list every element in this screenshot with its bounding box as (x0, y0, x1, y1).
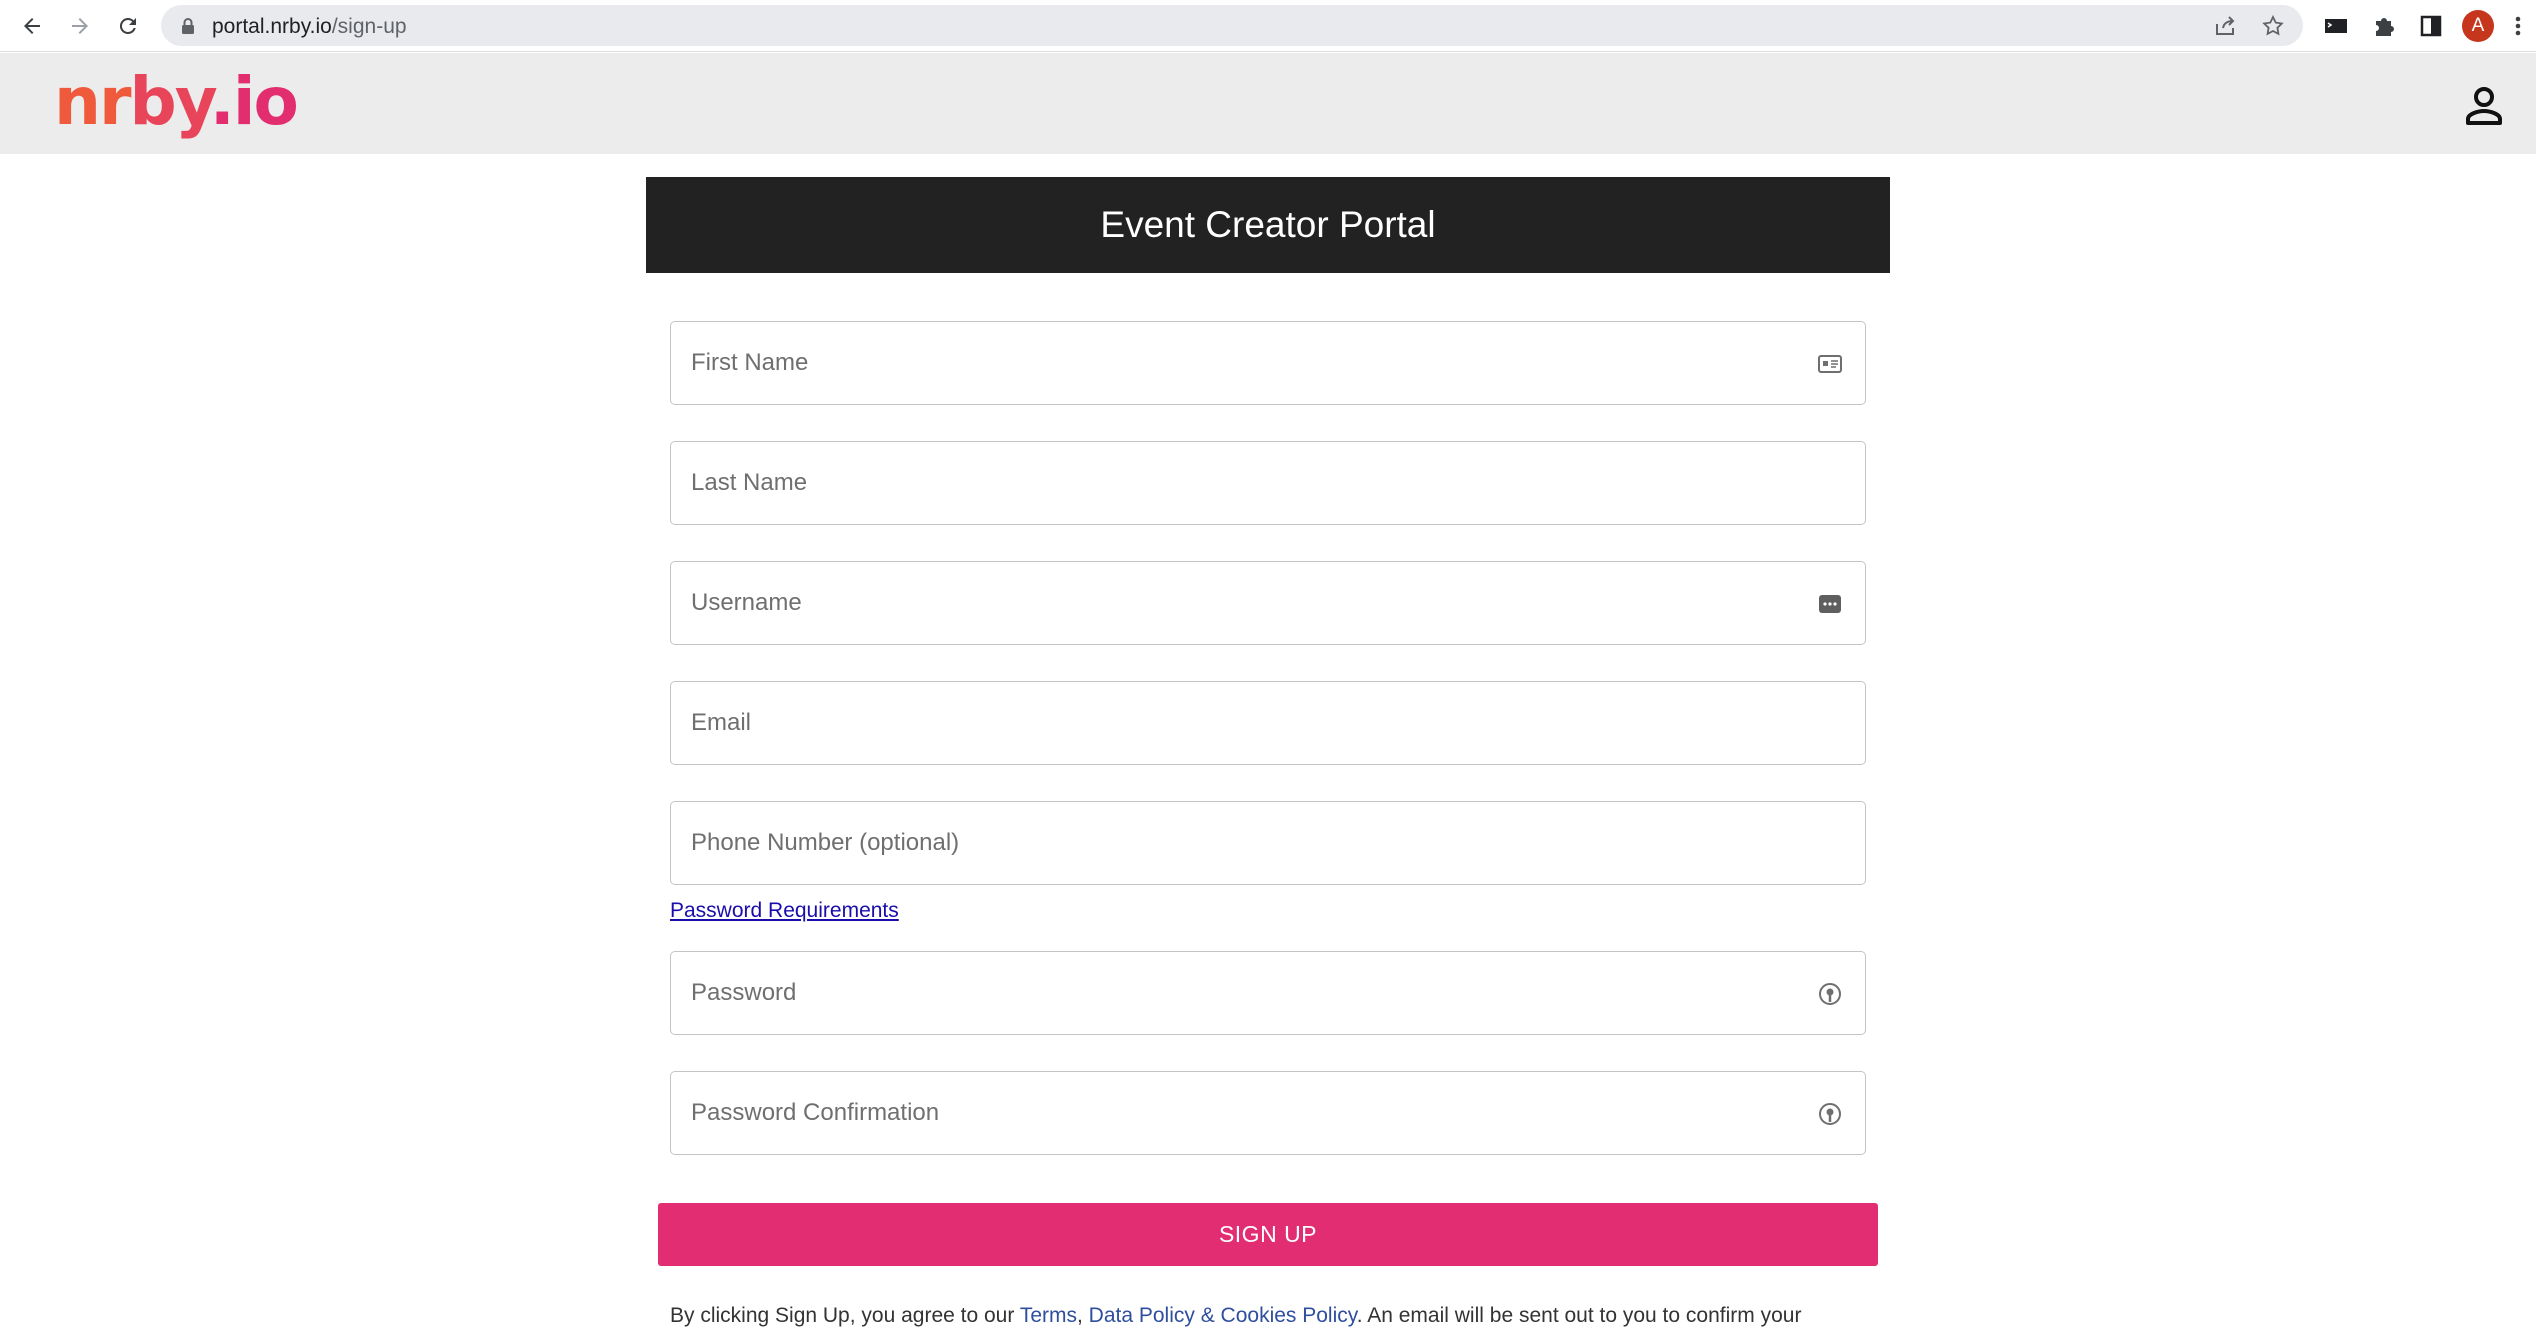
username-field[interactable] (670, 561, 1866, 645)
first-name-field[interactable] (670, 321, 1866, 405)
forward-button[interactable] (64, 10, 96, 42)
portal-banner: Event Creator Portal (646, 177, 1890, 273)
back-button[interactable] (16, 10, 48, 42)
email-field[interactable] (670, 681, 1866, 765)
bookmark-star-icon[interactable] (2261, 14, 2285, 38)
username-input[interactable] (671, 562, 1865, 644)
password-requirements-link[interactable]: Password Requirements (670, 899, 899, 923)
profile-avatar[interactable]: A (2462, 10, 2494, 42)
logo-text-part-1: nr (54, 63, 132, 140)
terminal-extension-icon[interactable] (2322, 12, 2350, 40)
logo-text-part-3: .io (209, 63, 299, 140)
url-text: portal.nrby.io/sign-up (212, 15, 407, 39)
last-name-input[interactable] (671, 442, 1865, 524)
lock-icon (182, 18, 194, 34)
sign-up-button[interactable]: SIGN UP (658, 1203, 1878, 1266)
phone-field[interactable] (670, 801, 1866, 885)
last-name-field[interactable] (670, 441, 1866, 525)
url-path: /sign-up (331, 15, 407, 38)
address-bar[interactable]: portal.nrby.io/sign-up (161, 5, 2303, 46)
first-name-input[interactable] (671, 322, 1865, 404)
email-input[interactable] (671, 682, 1865, 764)
password-confirmation-field[interactable] (670, 1071, 1866, 1155)
password-confirmation-input[interactable] (671, 1072, 1865, 1154)
app-header: nrby.io (0, 53, 2536, 154)
arrow-right-icon (72, 18, 88, 34)
browser-toolbar: portal.nrby.io/sign-up A (0, 0, 2536, 52)
contact-card-icon[interactable] (1817, 351, 1843, 377)
phone-input[interactable] (671, 802, 1865, 884)
nrby-logo[interactable]: nrby.io (54, 63, 299, 140)
reload-icon (119, 17, 136, 34)
logo-text-part-2: by (129, 63, 212, 140)
arrow-left-icon (24, 18, 40, 34)
password-input[interactable] (671, 952, 1865, 1034)
page-title: Event Creator Portal (1100, 204, 1436, 245)
extensions-puzzle-icon[interactable] (2370, 12, 2398, 40)
person-outline-icon[interactable] (2462, 83, 2506, 127)
legal-notice: By clicking Sign Up, you agree to our Te… (670, 1304, 1801, 1328)
password-field[interactable] (670, 951, 1866, 1035)
share-icon[interactable] (2213, 14, 2237, 38)
password-manager-icon[interactable] (1817, 591, 1843, 617)
reload-button[interactable] (112, 10, 144, 42)
key-icon[interactable] (1817, 981, 1843, 1007)
side-panel-icon[interactable] (2417, 12, 2445, 40)
url-host: portal.nrby.io (212, 15, 332, 38)
key-icon[interactable] (1817, 1101, 1843, 1127)
more-menu-icon[interactable] (2510, 12, 2526, 40)
